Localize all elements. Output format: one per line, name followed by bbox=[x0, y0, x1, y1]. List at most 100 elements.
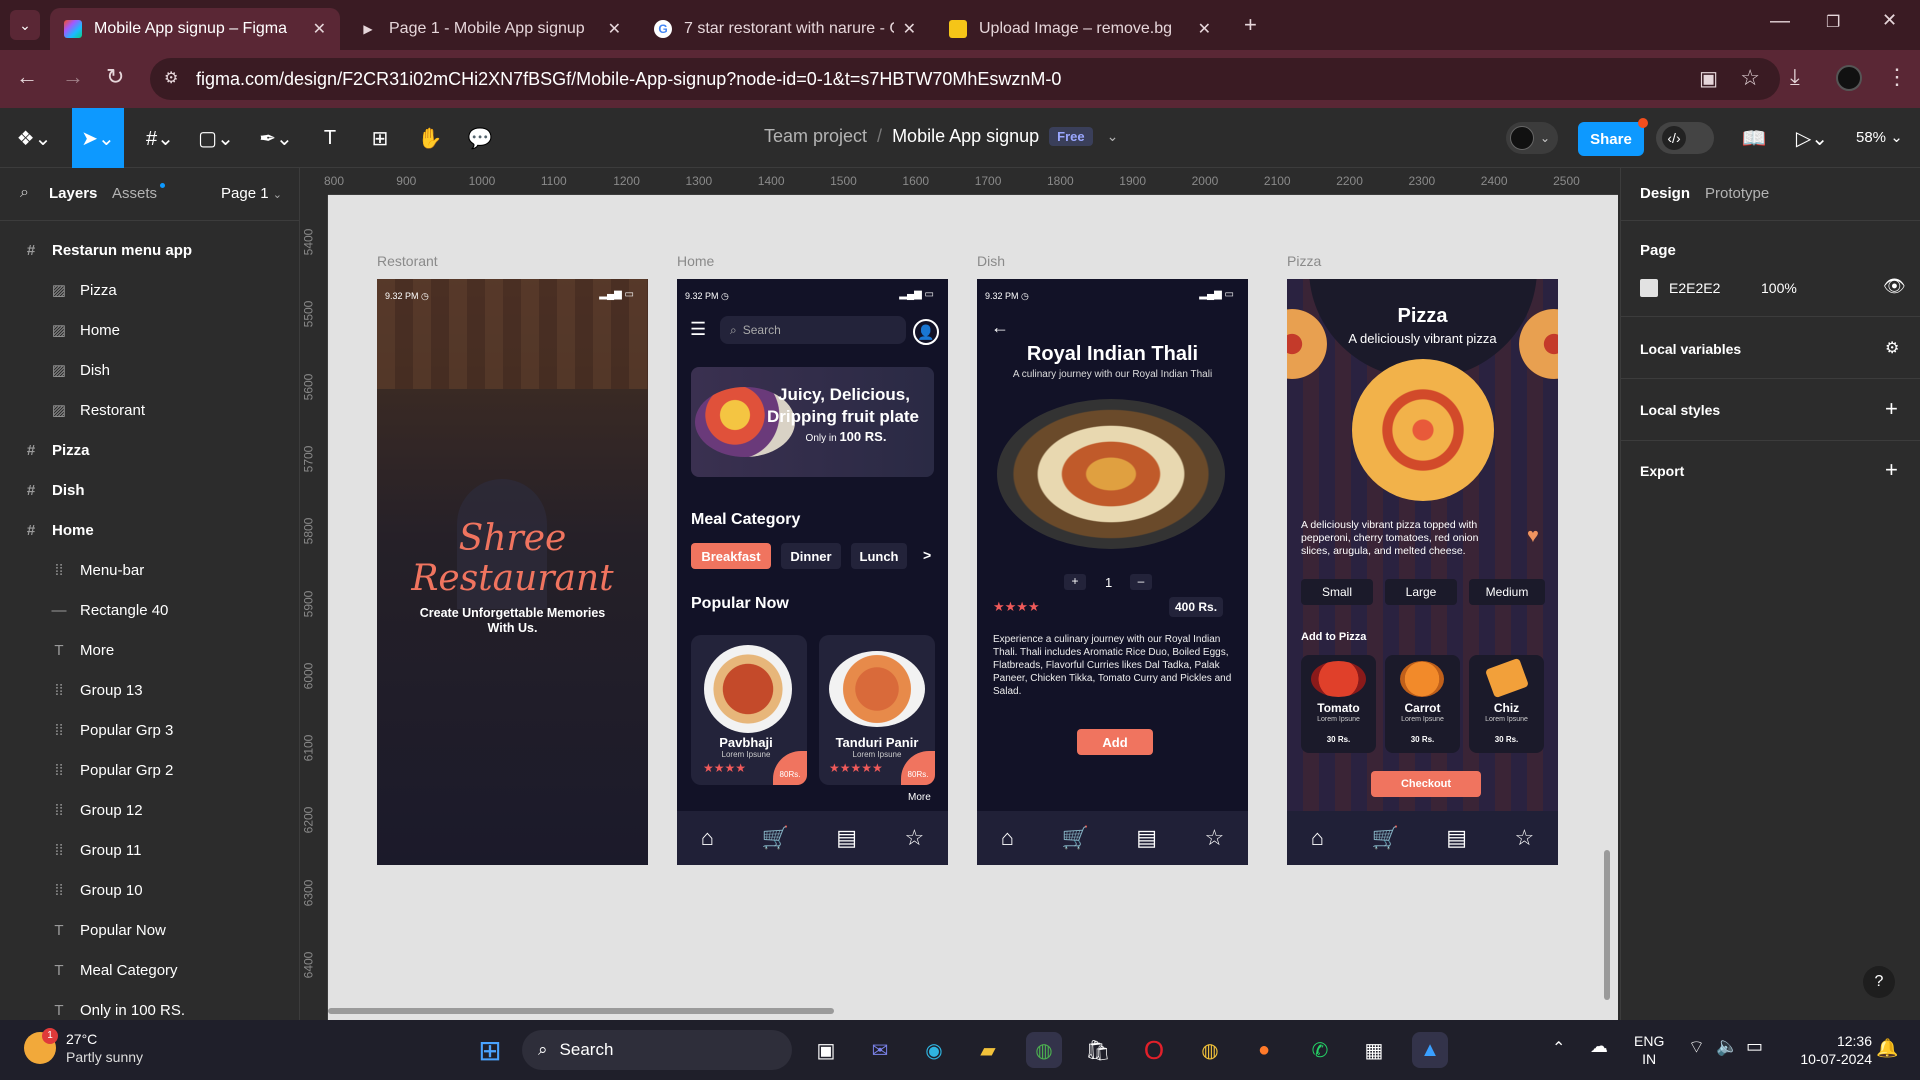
page-opacity[interactable]: 100% bbox=[1761, 280, 1797, 296]
cloud-offline-icon[interactable]: ☁ bbox=[1590, 1036, 1608, 1057]
design-canvas[interactable]: Restorant 9.32 PM ◷ ▂▄▆ ▭ Shree Restaura… bbox=[328, 195, 1618, 1020]
frame-pizza[interactable]: Pizza A deliciously vibrant pizza A deli… bbox=[1287, 279, 1558, 865]
cart-icon[interactable]: 🛒 bbox=[1061, 825, 1088, 851]
move-tool-button[interactable]: ➤⌄ bbox=[72, 108, 124, 168]
local-styles[interactable]: Local styles bbox=[1640, 402, 1720, 418]
topping-card-chiz[interactable]: Chiz Lorem Ipsune 30 Rs. bbox=[1469, 655, 1544, 753]
download-icon[interactable]: ⤓ bbox=[1790, 64, 1800, 90]
teams-icon[interactable]: ✉ bbox=[862, 1032, 898, 1068]
profile-icon[interactable]: 👤 bbox=[913, 319, 939, 345]
tab-layers[interactable]: Layers bbox=[49, 185, 97, 202]
page-color-hex[interactable]: E2E2E2 bbox=[1669, 280, 1720, 296]
local-variables[interactable]: Local variables bbox=[1640, 341, 1741, 357]
tab-assets[interactable]: Assets bbox=[112, 185, 157, 202]
close-window-icon[interactable]: ✕ bbox=[1882, 10, 1897, 31]
minimize-icon[interactable]: — bbox=[1770, 10, 1790, 33]
comment-icon[interactable]: 💬 bbox=[464, 122, 496, 154]
category-dinner[interactable]: Dinner bbox=[781, 543, 841, 569]
checkout-button[interactable]: Checkout bbox=[1371, 771, 1481, 797]
zoom-level[interactable]: 58% ⌄ bbox=[1856, 128, 1903, 146]
install-app-icon[interactable]: ▣ bbox=[1699, 66, 1718, 91]
show-hidden-icons[interactable]: ⌃ bbox=[1552, 1038, 1565, 1058]
frame-label-pizza[interactable]: Pizza bbox=[1287, 253, 1321, 269]
browser-menu-icon[interactable]: ⋮ bbox=[1886, 64, 1908, 90]
file-menu-chevron-icon[interactable]: ⌄ bbox=[1107, 128, 1119, 145]
chrome-profile-icon[interactable]: ◍ bbox=[1192, 1032, 1228, 1068]
layer-row[interactable]: ▨ Restorant bbox=[0, 390, 300, 430]
close-tab-icon[interactable]: ✕ bbox=[313, 19, 326, 39]
layers-search-icon[interactable]: ⌕ bbox=[20, 184, 29, 202]
tab-page1[interactable]: ▶ Page 1 - Mobile App signup ✕ bbox=[345, 8, 635, 50]
add-style-icon[interactable]: + bbox=[1885, 396, 1898, 422]
whatsapp-icon[interactable]: ✆ bbox=[1302, 1032, 1338, 1068]
tab-design[interactable]: Design bbox=[1640, 185, 1690, 202]
share-button[interactable]: Share bbox=[1578, 122, 1644, 156]
weather-widget[interactable]: 1 27°C Partly sunny bbox=[24, 1028, 143, 1066]
multiplayer-avatar[interactable]: ⌄ bbox=[1506, 122, 1558, 154]
frame-home[interactable]: 9.32 PM ◷ ▂▄▆ ▭ ☰ ⌕ Search 👤 Juicy, Deli… bbox=[677, 279, 948, 865]
task-view-icon[interactable]: ▣ bbox=[808, 1032, 844, 1068]
frame-label-home[interactable]: Home bbox=[677, 253, 714, 269]
visibility-eye-icon[interactable]: 👁 bbox=[1883, 276, 1906, 297]
home-icon[interactable]: ⌂ bbox=[701, 825, 714, 851]
photos-icon[interactable]: ▲ bbox=[1412, 1032, 1448, 1068]
clock[interactable]: 12:36 10-07-2024 bbox=[1786, 1032, 1872, 1068]
page-color-swatch[interactable] bbox=[1640, 279, 1658, 297]
wifi-icon[interactable]: ⌔ bbox=[1688, 1036, 1705, 1059]
chrome-icon[interactable]: ◍ bbox=[1026, 1032, 1062, 1068]
topping-card-carrot[interactable]: Carrot Lorem Ipsune 30 Rs. bbox=[1385, 655, 1460, 753]
frame-label-restorant[interactable]: Restorant bbox=[377, 253, 438, 269]
popular-card-pavbhaji[interactable]: Pavbhaji Lorem Ipsune ★★★★ 80Rs. bbox=[691, 635, 807, 785]
dev-mode-toggle[interactable]: ‹/› bbox=[1656, 122, 1714, 154]
layer-row[interactable]: ▨ Dish bbox=[0, 350, 300, 390]
volume-icon[interactable]: 🔈 bbox=[1716, 1036, 1738, 1057]
frame-tool-icon[interactable]: #⌄ bbox=[140, 122, 180, 154]
favorite-star-icon[interactable]: ☆ bbox=[1205, 825, 1225, 851]
layer-row[interactable]: T Popular Now bbox=[0, 910, 300, 950]
bookmark-star-icon[interactable]: ☆ bbox=[1740, 65, 1760, 91]
layer-row[interactable]: # Home bbox=[0, 510, 300, 550]
opera-icon[interactable]: O bbox=[1136, 1032, 1172, 1068]
back-icon[interactable]: ← bbox=[16, 64, 38, 90]
firefox-icon[interactable]: ● bbox=[1246, 1032, 1282, 1068]
add-button[interactable]: Add bbox=[1077, 729, 1153, 755]
menu-card-icon[interactable]: ▤ bbox=[1446, 825, 1467, 851]
library-book-icon[interactable]: 📖 bbox=[1738, 122, 1770, 154]
page-selector[interactable]: Page 1 ⌄ bbox=[221, 185, 282, 202]
layer-row[interactable]: ▨ Pizza bbox=[0, 270, 300, 310]
size-large[interactable]: Large bbox=[1385, 579, 1457, 605]
tab-figma[interactable]: Mobile App signup – Figma ✕ bbox=[50, 8, 340, 50]
topping-card-tomato[interactable]: Tomato Lorem Ipsune 30 Rs. bbox=[1301, 655, 1376, 753]
frame-dish[interactable]: 9.32 PM ◷ ▂▄▆ ▭ ← Royal Indian Thali A c… bbox=[977, 279, 1248, 865]
close-tab-icon[interactable]: ✕ bbox=[608, 19, 621, 39]
resources-icon[interactable]: ⊞ bbox=[364, 122, 396, 154]
home-icon[interactable]: ⌂ bbox=[1311, 825, 1324, 851]
layer-row[interactable]: T More bbox=[0, 630, 300, 670]
layer-row[interactable]: # Restarun menu app bbox=[0, 230, 300, 270]
present-play-icon[interactable]: ▷⌄ bbox=[1792, 122, 1832, 154]
variables-settings-icon[interactable]: ⚙ bbox=[1885, 338, 1899, 358]
layer-row[interactable]: ▨ Home bbox=[0, 310, 300, 350]
layer-row[interactable]: # Dish bbox=[0, 470, 300, 510]
reload-icon[interactable]: ↻ bbox=[106, 64, 124, 90]
hand-tool-icon[interactable]: ✋ bbox=[414, 122, 446, 154]
figma-main-menu-icon[interactable]: ❖⌄ bbox=[14, 122, 54, 154]
layer-row[interactable]: T Meal Category bbox=[0, 950, 300, 990]
favorite-heart-icon[interactable]: ♥ bbox=[1527, 525, 1539, 548]
shape-tool-icon[interactable]: ▢⌄ bbox=[196, 122, 236, 154]
layer-row[interactable]: ⁞⁞ Group 11 bbox=[0, 830, 300, 870]
size-medium[interactable]: Medium bbox=[1469, 579, 1545, 605]
horizontal-scrollbar[interactable] bbox=[328, 1008, 834, 1014]
tab-prototype[interactable]: Prototype bbox=[1705, 185, 1769, 202]
language-indicator[interactable]: ENG IN bbox=[1634, 1032, 1664, 1068]
layer-row[interactable]: # Pizza bbox=[0, 430, 300, 470]
qty-minus-button[interactable]: – bbox=[1130, 574, 1152, 590]
text-tool-icon[interactable]: T bbox=[314, 122, 346, 154]
layer-row[interactable]: ⁞⁞ Group 13 bbox=[0, 670, 300, 710]
frame-restorant[interactable]: 9.32 PM ◷ ▂▄▆ ▭ Shree Restaurant Create … bbox=[377, 279, 648, 865]
popular-card-tanduri-panir[interactable]: Tanduri Panir Lorem Ipsune ★★★★★ 80Rs. bbox=[819, 635, 935, 785]
file-explorer-icon[interactable]: ▰ bbox=[970, 1032, 1006, 1068]
tab-removebg[interactable]: Upload Image – remove.bg ✕ bbox=[935, 8, 1225, 50]
close-tab-icon[interactable]: ✕ bbox=[903, 19, 916, 39]
store-icon[interactable]: 🛍 bbox=[1080, 1032, 1116, 1068]
